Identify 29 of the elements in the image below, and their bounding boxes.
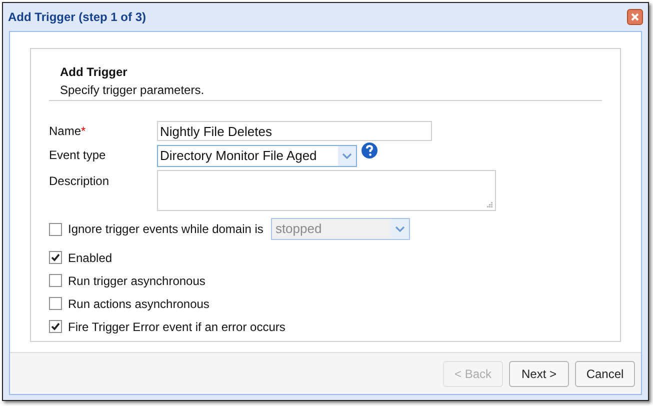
- dialog-button[interactable]: Cancel: [575, 360, 635, 386]
- field-label: Event type: [49, 147, 107, 164]
- section-title: Add Trigger: [60, 64, 128, 81]
- close-icon: [631, 13, 639, 21]
- checkbox[interactable]: [49, 297, 62, 310]
- checkbox[interactable]: [49, 274, 62, 287]
- name-field[interactable]: Nightly File Deletes: [157, 121, 432, 141]
- caret-icon: [342, 153, 352, 159]
- checkbox[interactable]: [49, 320, 62, 333]
- window-title: Add Trigger (step 1 of 3): [8, 9, 146, 26]
- close-button[interactable]: [627, 9, 643, 25]
- field-label: Name*: [49, 123, 87, 140]
- description-field[interactable]: [157, 170, 496, 211]
- dialog-button[interactable]: Next >: [509, 360, 569, 386]
- section-subtitle: Specify trigger parameters.: [60, 82, 206, 99]
- event-type-select[interactable]: Directory Monitor File Aged: [157, 145, 357, 167]
- checkmark-icon: [51, 253, 60, 262]
- caret-icon: [395, 226, 406, 232]
- field-label: Description: [49, 173, 110, 190]
- checkbox-label: Run trigger asynchronous: [68, 272, 206, 290]
- checkbox[interactable]: [49, 251, 62, 264]
- checkbox-label: Run actions asynchronous: [68, 296, 210, 312]
- checkbox-label: Enabled: [68, 250, 112, 266]
- checkbox-label: Fire Trigger Error event if an error occurs: [68, 318, 286, 336]
- checkbox[interactable]: [49, 222, 62, 236]
- help-icon[interactable]: [361, 142, 378, 159]
- resize-grip-icon: [486, 201, 493, 208]
- checkbox-label: Ignore trigger events while domain is: [68, 221, 264, 238]
- checkmark-icon: [51, 322, 60, 331]
